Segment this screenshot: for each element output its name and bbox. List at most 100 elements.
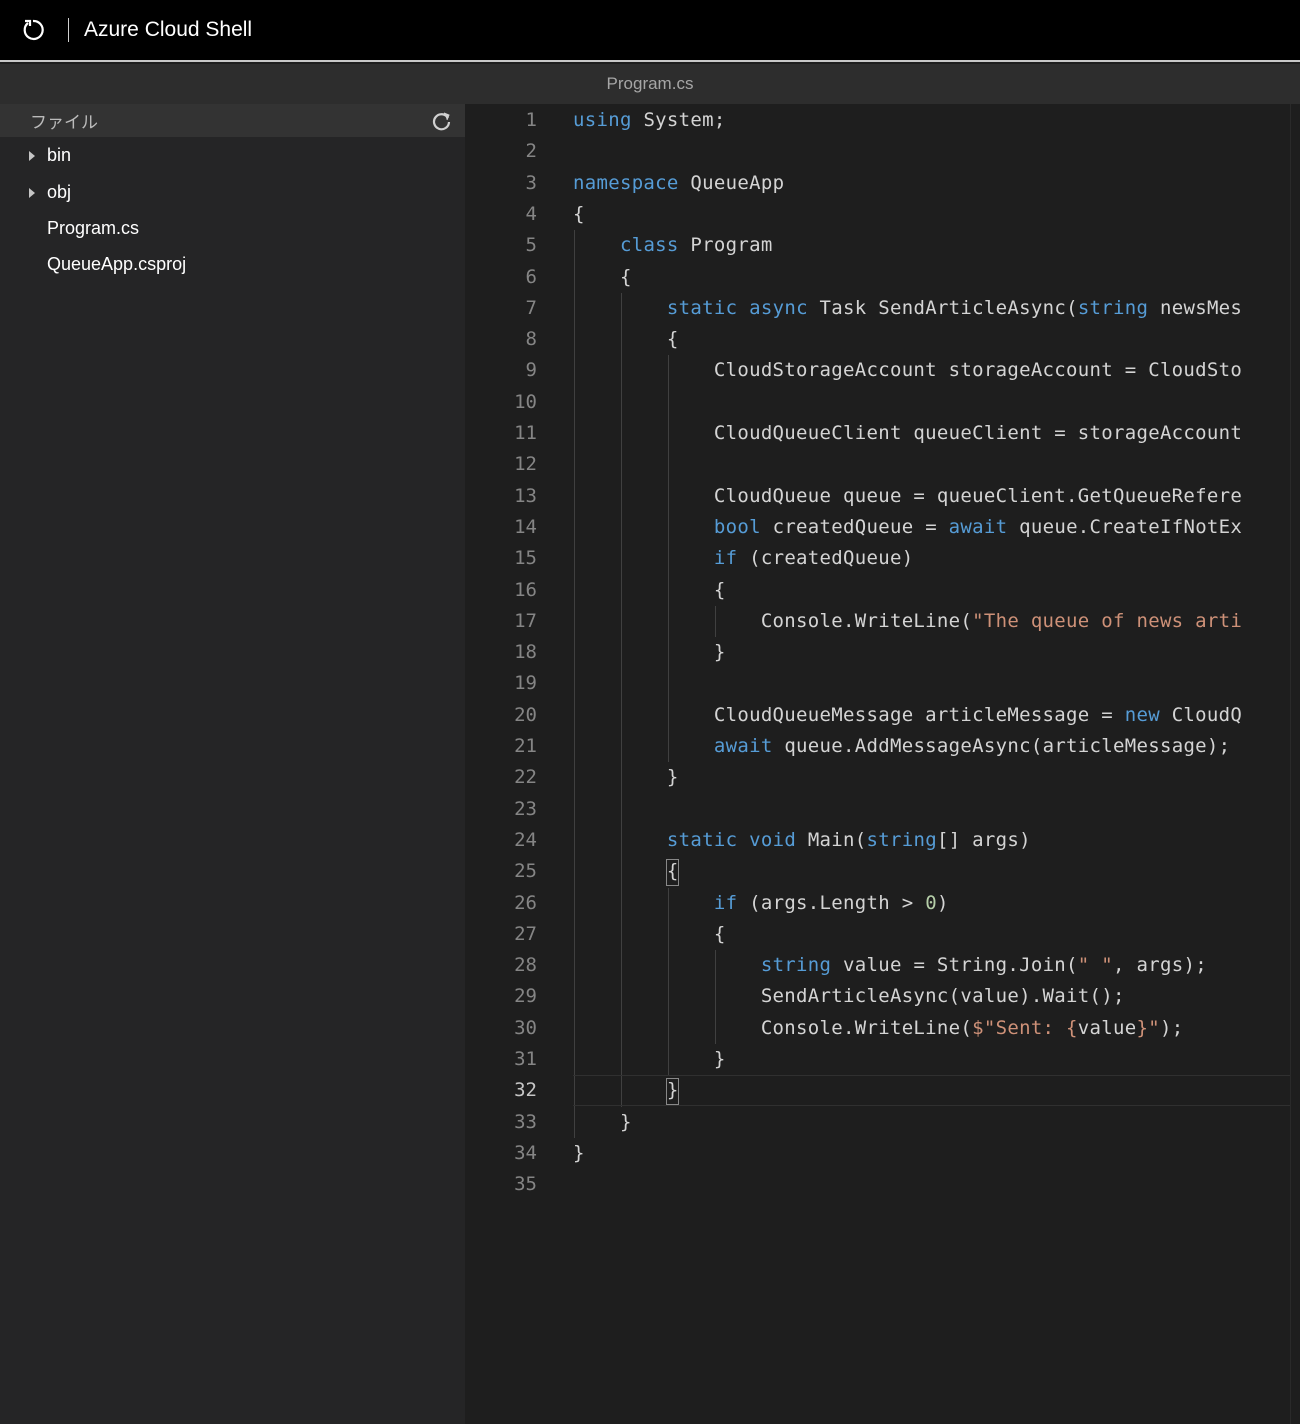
code-line[interactable]: SendArticleAsync(value).Wait(); [573, 981, 1125, 1012]
chevron-right-icon[interactable] [29, 151, 35, 161]
explorer-header: ファイル [0, 104, 465, 137]
code-text: System; [631, 109, 726, 131]
code-line[interactable]: static async Task SendArticleAsync(strin… [573, 293, 1242, 324]
code-string: $"Sent: { [972, 1016, 1078, 1039]
code-line[interactable]: CloudQueue queue = queueClient.GetQueueR… [573, 481, 1242, 512]
code-text: CloudQueueClient queueClient = storageAc… [573, 422, 1243, 444]
line-number: 2 [525, 140, 537, 163]
tree-file-queueapp-csproj[interactable]: QueueApp.csproj [0, 247, 465, 283]
tree-item-label: bin [47, 145, 72, 165]
tab-program-cs[interactable]: Program.cs [607, 74, 694, 94]
code-line[interactable]: CloudQueueClient queueClient = storageAc… [573, 418, 1242, 449]
tree-file-program-cs[interactable]: Program.cs [0, 211, 465, 247]
code-line[interactable]: class Program [573, 230, 773, 261]
code-line[interactable]: { [573, 575, 726, 606]
code-line[interactable]: CloudStorageAccount storageAccount = Clo… [573, 355, 1242, 386]
code-text: } [573, 641, 726, 664]
code-keyword: static [666, 828, 738, 851]
explorer-title: ファイル [30, 113, 98, 133]
line-number: 4 [525, 202, 537, 225]
refresh-icon[interactable] [430, 109, 454, 133]
line-number: 31 [514, 1048, 537, 1070]
code-text: } [573, 1110, 632, 1133]
tree-folder-bin[interactable]: bin [0, 138, 465, 174]
line-number: 6 [525, 265, 537, 288]
line-number: 19 [514, 672, 537, 695]
code-line[interactable]: if (createdQueue) [573, 543, 913, 574]
code-text: QueueApp [678, 171, 785, 194]
code-line[interactable]: static void Main(string[] args) [573, 825, 1031, 856]
line-number: 9 [525, 359, 537, 382]
code-keyword: class [619, 234, 679, 257]
code-text: Program [678, 234, 773, 257]
code-line[interactable]: { [573, 262, 632, 293]
app-title: Azure Cloud Shell [84, 18, 253, 41]
line-number: 7 [525, 296, 537, 319]
code-text: { [573, 578, 726, 601]
tree-item-label: Program.cs [47, 218, 140, 238]
tree-item-label: obj [47, 182, 72, 202]
code-line[interactable]: using System; [573, 105, 726, 136]
line-number: 18 [514, 641, 537, 664]
code-area[interactable]: using System; namespace QueueApp { class P… [573, 104, 1290, 1424]
code-line[interactable]: } [573, 1138, 585, 1169]
code-line[interactable]: { [573, 324, 679, 355]
code-line[interactable]: { [573, 919, 726, 950]
code-line[interactable]: Console.WriteLine("The queue of news art… [573, 606, 1242, 637]
title-bar: Azure Cloud Shell [0, 0, 1300, 62]
code-line[interactable]: CloudQueueMessage articleMessage = new C… [573, 700, 1242, 731]
code-line[interactable]: if (args.Length > 0) [573, 888, 949, 919]
code-line[interactable]: } [573, 637, 726, 668]
line-number: 10 [514, 390, 537, 413]
code-text: } [573, 1079, 679, 1102]
code-keyword: bool [713, 515, 761, 538]
line-number: 16 [514, 578, 537, 601]
code-text: { [573, 265, 632, 288]
line-number: 35 [514, 1173, 537, 1196]
code-text: Task SendArticleAsync( [807, 296, 1078, 319]
editor-scrollbar[interactable] [1290, 104, 1300, 1424]
line-number: 11 [514, 422, 537, 444]
code-keyword: static [666, 296, 738, 319]
line-number: 32 [514, 1079, 537, 1102]
code-keyword: namespace [573, 171, 679, 194]
code-string: }" [1136, 1016, 1160, 1039]
line-number: 26 [514, 891, 537, 914]
code-text: { [573, 860, 679, 883]
line-number: 24 [514, 828, 537, 851]
chevron-right-icon[interactable] [29, 188, 35, 198]
code-line[interactable]: } [573, 1107, 632, 1138]
code-text: CloudQueueMessage articleMessage = [573, 703, 1125, 726]
code-string: " " [1077, 954, 1114, 977]
tree-folder-obj[interactable]: obj [0, 175, 465, 211]
code-text: (args.Length > [737, 891, 926, 914]
line-number: 23 [514, 797, 537, 820]
code-line[interactable]: { [573, 856, 679, 887]
line-number: 8 [525, 328, 537, 351]
line-number: 20 [514, 703, 537, 726]
line-number: 15 [514, 547, 537, 570]
code-line[interactable]: string value = String.Join(" ", args); [573, 950, 1207, 981]
line-number: 1 [525, 109, 537, 131]
restart-icon[interactable] [21, 18, 45, 42]
code-line[interactable]: bool createdQueue = await queue.CreateIf… [573, 512, 1242, 543]
line-number: 28 [514, 954, 537, 977]
editor-tab-bar: Program.cs [0, 64, 1300, 104]
code-keyword: new [1124, 703, 1160, 726]
code-line[interactable]: await queue.AddMessageAsync(articleMessa… [573, 731, 1230, 762]
code-text: } [573, 1048, 726, 1070]
code-line[interactable]: } [573, 1075, 679, 1106]
code-line[interactable]: Console.WriteLine($"Sent: {value}"); [573, 1013, 1183, 1044]
code-text: ) [936, 891, 949, 914]
code-line[interactable]: } [573, 762, 679, 793]
code-line[interactable]: { [573, 199, 585, 230]
code-text: { [573, 202, 585, 225]
code-line[interactable]: } [573, 1044, 726, 1075]
code-line[interactable]: namespace QueueApp [573, 168, 784, 199]
code-editor[interactable]: 1 2 3 4 5 6 7 8 9 10 11 12 13 14 15 16 17 18 19 20 21 22 23 24 2… [465, 104, 1290, 1424]
